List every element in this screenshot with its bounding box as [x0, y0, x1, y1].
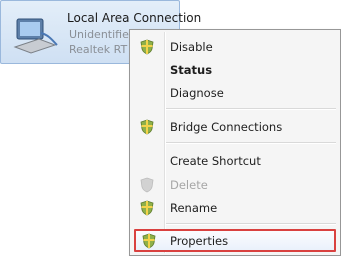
menu-item-label: Delete [170, 178, 208, 192]
shield-icon [140, 200, 154, 216]
menu-separator [166, 108, 336, 110]
menu-item-label: Create Shortcut [170, 154, 261, 168]
menu-item-delete: Delete [132, 174, 338, 196]
menu-item-label: Diagnose [170, 86, 224, 100]
menu-item-status[interactable]: Status [132, 59, 338, 81]
menu-item-disable[interactable]: Disable [132, 36, 338, 58]
context-menu: Disable Status Diagnose Bridge Connectio… [129, 29, 341, 256]
menu-separator [166, 142, 336, 144]
menu-separator [166, 223, 336, 225]
shield-icon [140, 177, 154, 193]
menu-item-label: Properties [170, 233, 229, 248]
network-adapter-icon [13, 18, 58, 54]
shield-icon [142, 233, 156, 249]
shield-icon [140, 119, 154, 135]
menu-item-diagnose[interactable]: Diagnose [132, 82, 338, 104]
menu-item-properties[interactable]: Properties [134, 229, 336, 252]
connection-name: Local Area Connection [67, 11, 202, 25]
menu-item-create-shortcut[interactable]: Create Shortcut [132, 150, 338, 172]
adapter-device-name: Realtek RT [69, 43, 128, 56]
shield-icon [140, 39, 154, 55]
connection-status: Unidentifie [69, 28, 129, 41]
menu-item-bridge-connections[interactable]: Bridge Connections [132, 116, 338, 138]
menu-item-label: Rename [170, 201, 218, 215]
menu-item-label: Status [170, 63, 213, 77]
menu-item-rename[interactable]: Rename [132, 197, 338, 219]
menu-item-label: Bridge Connections [170, 120, 283, 134]
menu-item-label: Disable [170, 40, 213, 54]
